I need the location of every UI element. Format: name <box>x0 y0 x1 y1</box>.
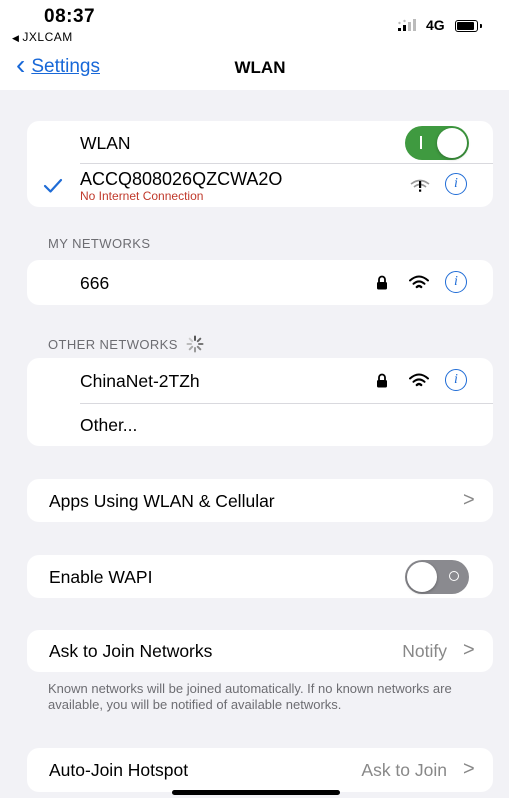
network-row-chinanet[interactable]: ChinaNet-2TZh i <box>27 358 493 403</box>
wifi-no-internet-icon <box>410 179 430 192</box>
network-row-666[interactable]: 666 i <box>27 260 493 305</box>
chevron-right-icon: > <box>463 758 475 780</box>
apps-using-label: Apps Using WLAN & Cellular <box>49 491 275 511</box>
wifi-icon <box>409 373 429 387</box>
cellular-signal-icon <box>398 19 416 31</box>
wlan-label: WLAN <box>80 133 131 153</box>
wlan-group: WLAN ACCQ808026QZCWA2O No Internet Conne… <box>27 121 493 207</box>
wapi-toggle[interactable] <box>405 560 469 594</box>
auto-join-value: Ask to Join <box>361 760 447 780</box>
chevron-right-icon: > <box>463 639 475 661</box>
back-app-label: JXLCAM <box>22 30 73 44</box>
wifi-icon <box>409 275 429 289</box>
loading-spinner-icon <box>186 335 204 353</box>
auto-join-label: Auto-Join Hotspot <box>49 760 189 780</box>
status-bar: 08:37 ◀ JXLCAM 4G <box>0 0 509 50</box>
navigation-bar: ‹ Settings WLAN <box>0 50 509 90</box>
connected-network-name: ACCQ808026QZCWA2O <box>80 169 283 189</box>
ask-to-join-value: Notify <box>402 641 447 661</box>
enable-wapi-label: Enable WAPI <box>49 567 153 587</box>
my-networks-header: MY NETWORKS <box>48 236 151 251</box>
wlan-toggle[interactable] <box>405 126 469 160</box>
back-to-app-link[interactable]: ◀ JXLCAM <box>12 30 73 44</box>
info-icon[interactable]: i <box>445 173 467 195</box>
checkmark-icon <box>43 178 63 193</box>
other-networks-header: OTHER NETWORKS <box>48 335 204 353</box>
ask-to-join-row[interactable]: Ask to Join Networks Notify > <box>27 630 493 672</box>
ask-to-join-group: Ask to Join Networks Notify > <box>27 630 493 672</box>
network-name: ChinaNet-2TZh <box>80 371 200 391</box>
ask-to-join-footer: Known networks will be joined automatica… <box>48 681 452 712</box>
wlan-settings-screen: 08:37 ◀ JXLCAM 4G ‹ Settings WLAN WLAN A… <box>0 0 509 798</box>
back-triangle-icon: ◀ <box>12 33 20 43</box>
page-title: WLAN <box>234 58 286 77</box>
chevron-right-icon: > <box>463 489 475 511</box>
auto-join-hotspot-row[interactable]: Auto-Join Hotspot Ask to Join > <box>27 748 493 792</box>
connected-network-status: No Internet Connection <box>80 189 204 203</box>
connected-network-row[interactable]: ACCQ808026QZCWA2O No Internet Connection… <box>27 164 493 207</box>
status-time: 08:37 <box>44 6 96 27</box>
wapi-group: Enable WAPI <box>27 555 493 598</box>
info-icon[interactable]: i <box>445 369 467 391</box>
battery-icon <box>455 20 482 32</box>
apps-using-group: Apps Using WLAN & Cellular > <box>27 479 493 522</box>
network-name: 666 <box>80 273 110 293</box>
other-network-row[interactable]: Other... <box>27 404 493 446</box>
lock-icon <box>377 373 387 388</box>
ask-to-join-label: Ask to Join Networks <box>49 641 213 661</box>
wlan-toggle-row: WLAN <box>27 121 493 163</box>
info-icon[interactable]: i <box>445 271 467 293</box>
apps-using-wlan-row[interactable]: Apps Using WLAN & Cellular > <box>27 479 493 522</box>
other-networks-label: OTHER NETWORKS <box>48 336 178 352</box>
home-indicator[interactable] <box>172 790 340 795</box>
enable-wapi-row: Enable WAPI <box>27 555 493 598</box>
lock-icon <box>377 275 387 290</box>
other-networks-group: ChinaNet-2TZh i Other... <box>27 358 493 446</box>
network-type: 4G <box>426 17 445 33</box>
auto-join-group: Auto-Join Hotspot Ask to Join > <box>27 748 493 792</box>
my-networks-group: 666 i <box>27 260 493 305</box>
other-network-label: Other... <box>80 415 138 435</box>
